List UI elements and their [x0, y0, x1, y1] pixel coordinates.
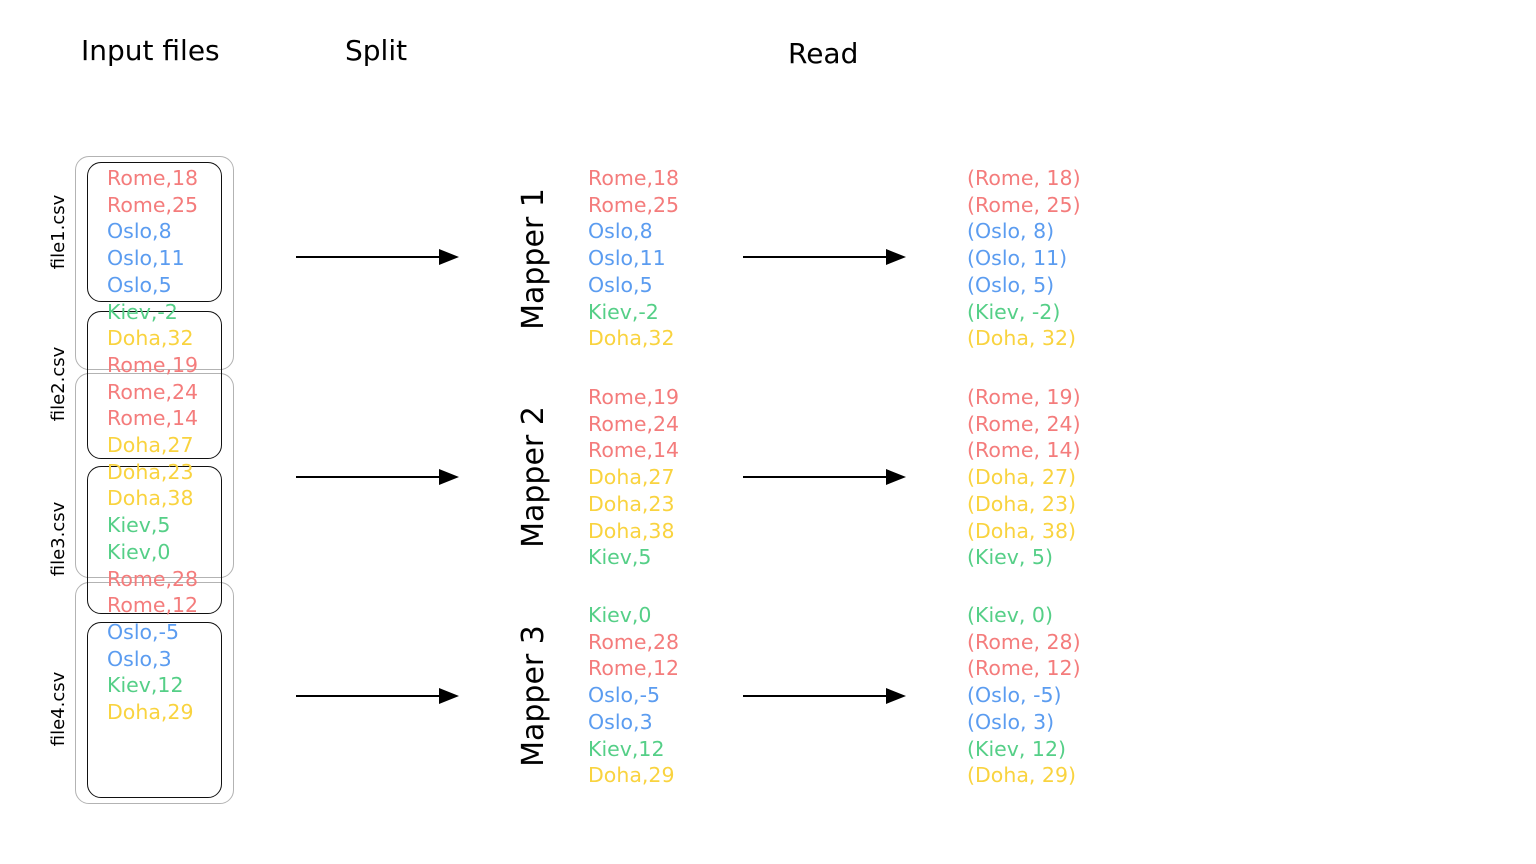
- split-line: Oslo,8: [588, 219, 653, 244]
- split-line: Doha,38: [588, 518, 675, 543]
- split-line: Rome,14: [588, 438, 680, 463]
- split-line: Doha,27: [588, 465, 675, 490]
- read-pair: (Rome, 25): [967, 192, 1081, 217]
- read-pair: (Rome, 28): [967, 629, 1081, 654]
- read-pair: (Oslo, 8): [967, 219, 1055, 244]
- input-line: Kiev,-2: [107, 299, 178, 324]
- split-line: Kiev,12: [588, 736, 665, 761]
- split-line: Kiev,0: [588, 603, 652, 627]
- mapper-label-1: Mapper 1: [516, 188, 551, 330]
- input-line: Kiev,12: [107, 673, 184, 698]
- input-line: Rome,14: [107, 406, 199, 431]
- input-line: Rome,18: [107, 166, 199, 190]
- file-label-4: file4.csv: [48, 671, 69, 747]
- read-pair: (Oslo, 11): [967, 246, 1068, 271]
- read-pair: (Doha, 23): [967, 491, 1076, 516]
- file-label-2: file2.csv: [48, 346, 69, 422]
- input-line: Oslo,-5: [107, 619, 180, 644]
- split-header: Split: [345, 34, 408, 67]
- read-pair: (Rome, 18): [967, 166, 1081, 190]
- read-pair: (Kiev, -2): [967, 299, 1061, 324]
- input-line: Doha,27: [107, 433, 194, 458]
- input-line: Doha,29: [107, 700, 194, 725]
- split-line: Rome,19: [588, 385, 680, 409]
- read-pair: (Rome, 24): [967, 411, 1081, 436]
- split-line: Doha,23: [588, 491, 675, 516]
- input-line: Oslo,11: [107, 246, 185, 271]
- input-files-header: Input files: [81, 34, 220, 67]
- input-line: Doha,32: [107, 326, 194, 351]
- input-line: Oslo,5: [107, 272, 172, 297]
- read-pair: (Doha, 32): [967, 326, 1076, 351]
- read-pair: (Kiev, 0): [967, 603, 1053, 627]
- read-pair: (Oslo, 3): [967, 709, 1055, 734]
- input-line: Oslo,3: [107, 646, 172, 671]
- mapper-3-split-lines: Kiev,0 Rome,28 Rome,12 Oslo,-5 Oslo,3 Kiev,12…: [588, 602, 679, 789]
- input-line: Rome,24: [107, 379, 199, 404]
- read-pair: (Doha, 29): [967, 763, 1076, 788]
- read-pair: (Rome, 12): [967, 656, 1081, 681]
- split-line: Kiev,-2: [588, 299, 659, 324]
- mapper-1-read-lines: (Rome, 18) (Rome, 25) (Oslo, 8) (Oslo, 11)(…: [967, 165, 1081, 352]
- read-pair: (Doha, 27): [967, 465, 1076, 490]
- split-line: Oslo,-5: [588, 683, 661, 708]
- read-pair: (Rome, 14): [967, 438, 1081, 463]
- split-line: Doha,29: [588, 763, 675, 788]
- read-header: Read: [788, 37, 859, 70]
- split-line: Rome,25: [588, 192, 680, 217]
- read-pair: (Rome, 19): [967, 385, 1081, 409]
- file-label-3: file3.csv: [48, 501, 69, 577]
- split-line: Rome,18: [588, 166, 680, 190]
- input-line: Rome,28: [107, 566, 199, 591]
- split-line: Rome,12: [588, 656, 680, 681]
- input-line: Rome,12: [107, 593, 199, 618]
- split-line: Rome,28: [588, 629, 680, 654]
- mapper-label-3: Mapper 3: [516, 625, 551, 767]
- read-pair: (Oslo, 5): [967, 272, 1055, 297]
- input-line: Rome,25: [107, 192, 199, 217]
- input-line: Doha,23: [107, 459, 194, 484]
- input-line: Doha,38: [107, 486, 194, 511]
- mapper-1-split-lines: Rome,18 Rome,25 Oslo,8 Oslo,11 Oslo,5 Kiev,-2…: [588, 165, 679, 352]
- mapper-3-read-lines: (Kiev, 0) (Rome, 28) (Rome, 12) (Oslo, -5)(…: [967, 602, 1081, 789]
- split-line: Oslo,11: [588, 246, 666, 271]
- read-pair: (Kiev, 5): [967, 545, 1053, 570]
- mapper-2-split-lines: Rome,19 Rome,24 Rome,14 Doha,27 Doha,23 Doha,…: [588, 384, 679, 571]
- input-line: Kiev,5: [107, 513, 171, 538]
- split-line: Doha,32: [588, 326, 675, 351]
- split-line: Oslo,5: [588, 272, 653, 297]
- mapper-2-read-lines: (Rome, 19) (Rome, 24) (Rome, 14) (Doha, 27)…: [967, 384, 1081, 571]
- split-line: Oslo,3: [588, 709, 653, 734]
- read-pair: (Kiev, 12): [967, 736, 1066, 761]
- input-line: Kiev,0: [107, 539, 171, 564]
- read-pair: (Doha, 38): [967, 518, 1076, 543]
- mapper-label-2: Mapper 2: [516, 406, 551, 548]
- split-line: Rome,24: [588, 411, 680, 436]
- read-pair: (Oslo, -5): [967, 683, 1062, 708]
- input-line: Oslo,8: [107, 219, 172, 244]
- input-line: Rome,19: [107, 352, 199, 377]
- file-label-1: file1.csv: [48, 194, 69, 270]
- input-lines: Rome,18 Rome,25 Oslo,8 Oslo,11 Oslo,5 Kiev,-2…: [107, 165, 198, 726]
- split-line: Kiev,5: [588, 545, 652, 570]
